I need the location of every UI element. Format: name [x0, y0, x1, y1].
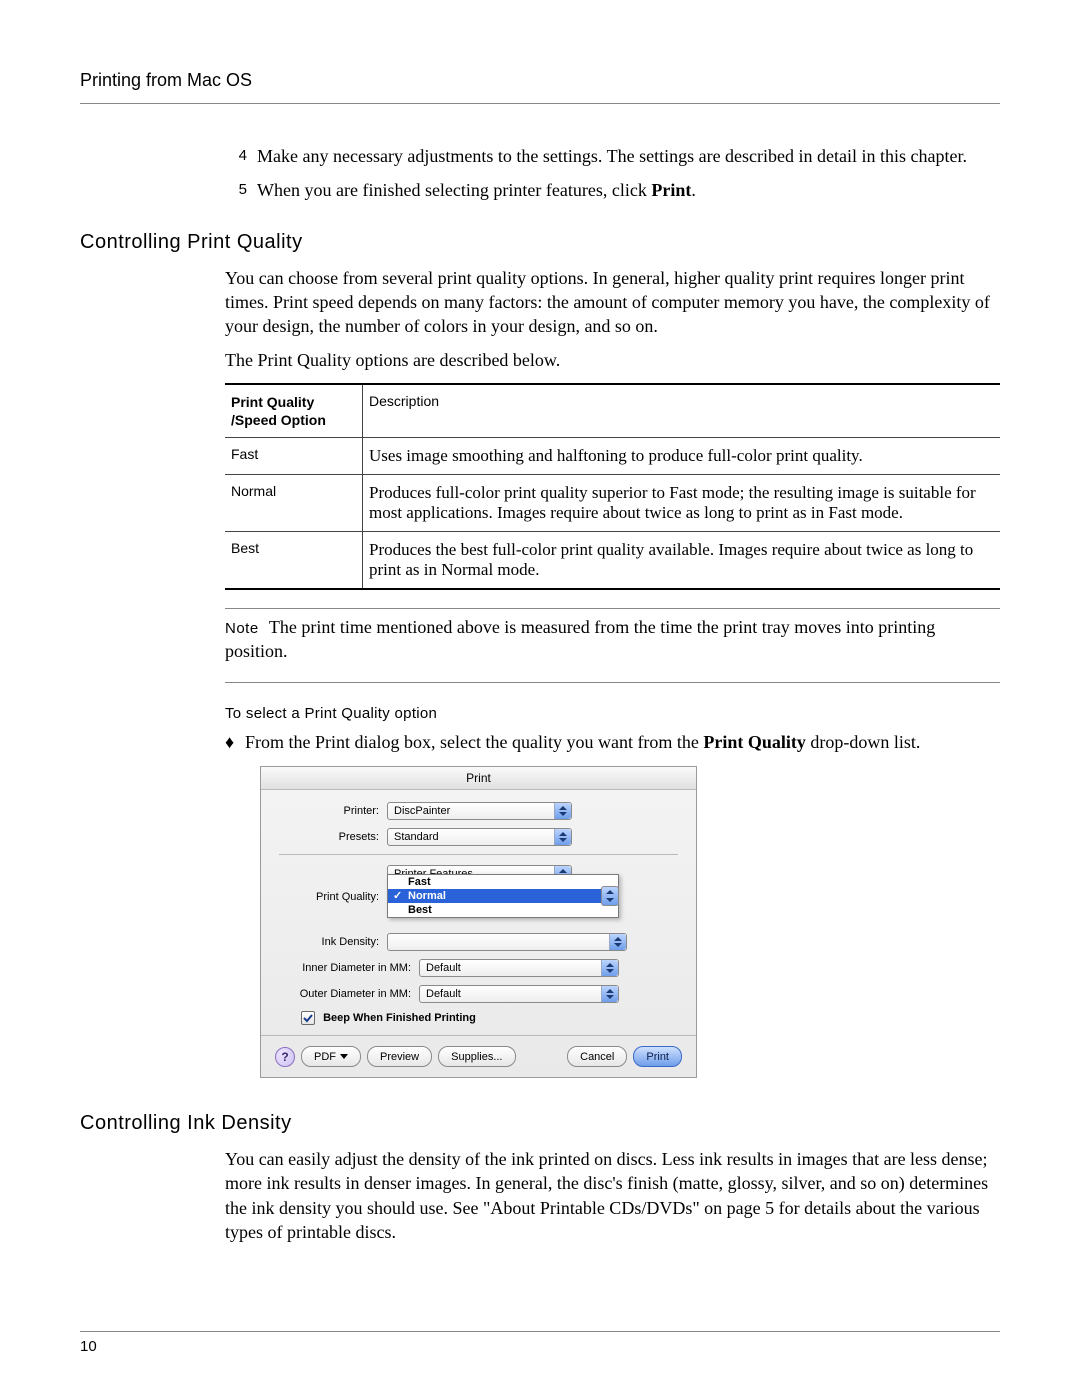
opt-name: Best [225, 532, 363, 589]
opt-desc: Uses image smoothing and halftoning to p… [363, 438, 1001, 475]
page-header: Printing from Mac OS [80, 70, 1000, 91]
cancel-button[interactable]: Cancel [567, 1046, 627, 1067]
outer-diameter-select[interactable]: Default [419, 985, 619, 1003]
inner-diameter-select[interactable]: Default [419, 959, 619, 977]
step-text: When you are finished selecting printer … [257, 178, 1000, 202]
inner-diameter-value: Default [426, 962, 461, 974]
paragraph: The Print Quality options are described … [225, 348, 1000, 372]
opt-desc: Produces full-color print quality superi… [363, 475, 1001, 532]
print-dialog: Print Printer: DiscPainter Presets: Stan… [260, 766, 697, 1078]
bullet-item: ♦ From the Print dialog box, select the … [225, 730, 1000, 754]
preview-button[interactable]: Preview [367, 1046, 432, 1067]
page-footer: 10 [80, 1323, 1000, 1355]
presets-select[interactable]: Standard [387, 828, 572, 846]
note-block: Note The print time mentioned above is m… [225, 615, 1000, 664]
chevron-updown-icon [601, 960, 618, 976]
note-label: Note [225, 620, 259, 637]
check-icon [303, 1013, 313, 1023]
opt-name: Fast [225, 438, 363, 475]
presets-value: Standard [394, 831, 439, 843]
dialog-footer: ? PDF Preview Supplies... Cancel Print [261, 1035, 696, 1077]
supplies-button[interactable]: Supplies... [438, 1046, 515, 1067]
header-rule [80, 103, 1000, 104]
chevron-updown-icon [601, 886, 619, 906]
presets-label: Presets: [279, 831, 379, 843]
inner-diameter-label: Inner Diameter in MM: [279, 962, 411, 974]
table-row: Best Produces the best full-color print … [225, 532, 1000, 589]
step-number: 4 [225, 144, 247, 168]
separator [279, 854, 678, 855]
heading-print-quality: Controlling Print Quality [80, 231, 1000, 254]
paragraph: You can choose from several print qualit… [225, 266, 1000, 339]
page-number: 10 [80, 1338, 1000, 1355]
dialog-title: Print [261, 767, 696, 790]
outer-diameter-value: Default [426, 988, 461, 1000]
th-description: Description [363, 385, 1001, 438]
bullet-text: From the Print dialog box, select the qu… [245, 730, 1000, 754]
ink-density-select[interactable] [387, 933, 627, 951]
pq-option-normal[interactable]: ✓ Normal [388, 889, 618, 903]
heading-ink-density: Controlling Ink Density [80, 1112, 1000, 1135]
paragraph: You can easily adjust the density of the… [225, 1147, 1000, 1244]
numbered-steps: 4 Make any necessary adjustments to the … [225, 144, 1000, 203]
step-5: 5 When you are finished selecting printe… [225, 178, 1000, 202]
opt-name: Normal [225, 475, 363, 532]
print-quality-table: Print Quality /Speed Option Description … [225, 383, 1000, 590]
printer-select[interactable]: DiscPainter [387, 802, 572, 820]
outer-diameter-label: Outer Diameter in MM: [279, 988, 411, 1000]
chevron-down-icon [340, 1054, 348, 1059]
print-quality-row: Print Quality: Fast ✓ Normal Best [279, 891, 678, 903]
beep-label: Beep When Finished Printing [323, 1012, 476, 1024]
presets-row: Presets: Standard [279, 828, 678, 846]
printer-value: DiscPainter [394, 805, 450, 817]
pdf-button[interactable]: PDF [301, 1046, 361, 1067]
printer-label: Printer: [279, 805, 379, 817]
outer-diameter-row: Outer Diameter in MM: Default [279, 985, 678, 1003]
step-number: 5 [225, 178, 247, 202]
table-row: Fast Uses image smoothing and halftoning… [225, 438, 1000, 475]
inner-diameter-row: Inner Diameter in MM: Default [279, 959, 678, 977]
ink-density-row: Ink Density: [279, 933, 678, 951]
pq-option-fast[interactable]: Fast [388, 875, 618, 889]
note-rule [225, 682, 1000, 683]
ink-density-label: Ink Density: [279, 936, 379, 948]
print-quality-label: Print Quality: [279, 891, 379, 903]
opt-desc: Produces the best full-color print quali… [363, 532, 1001, 589]
chevron-updown-icon [554, 829, 571, 845]
beep-checkbox[interactable] [301, 1011, 315, 1025]
help-button[interactable]: ? [275, 1047, 295, 1067]
chevron-updown-icon [601, 986, 618, 1002]
th-option: Print Quality /Speed Option [225, 385, 363, 438]
table-row: Normal Produces full-color print quality… [225, 475, 1000, 532]
step-text: Make any necessary adjustments to the se… [257, 144, 1000, 168]
check-icon: ✓ [393, 889, 402, 902]
chevron-updown-icon [554, 803, 571, 819]
print-quality-dropdown[interactable]: Fast ✓ Normal Best [387, 874, 619, 918]
beep-row: Beep When Finished Printing [279, 1011, 678, 1025]
pq-option-best[interactable]: Best [388, 903, 618, 917]
subheading-select-quality: To select a Print Quality option [225, 705, 1000, 722]
note-text: The print time mentioned above is measur… [225, 617, 935, 661]
printer-row: Printer: DiscPainter [279, 802, 678, 820]
step-4: 4 Make any necessary adjustments to the … [225, 144, 1000, 168]
chevron-updown-icon [609, 934, 626, 950]
print-button[interactable]: Print [633, 1046, 682, 1067]
bullet-glyph: ♦ [225, 730, 245, 754]
note-rule [225, 608, 1000, 609]
